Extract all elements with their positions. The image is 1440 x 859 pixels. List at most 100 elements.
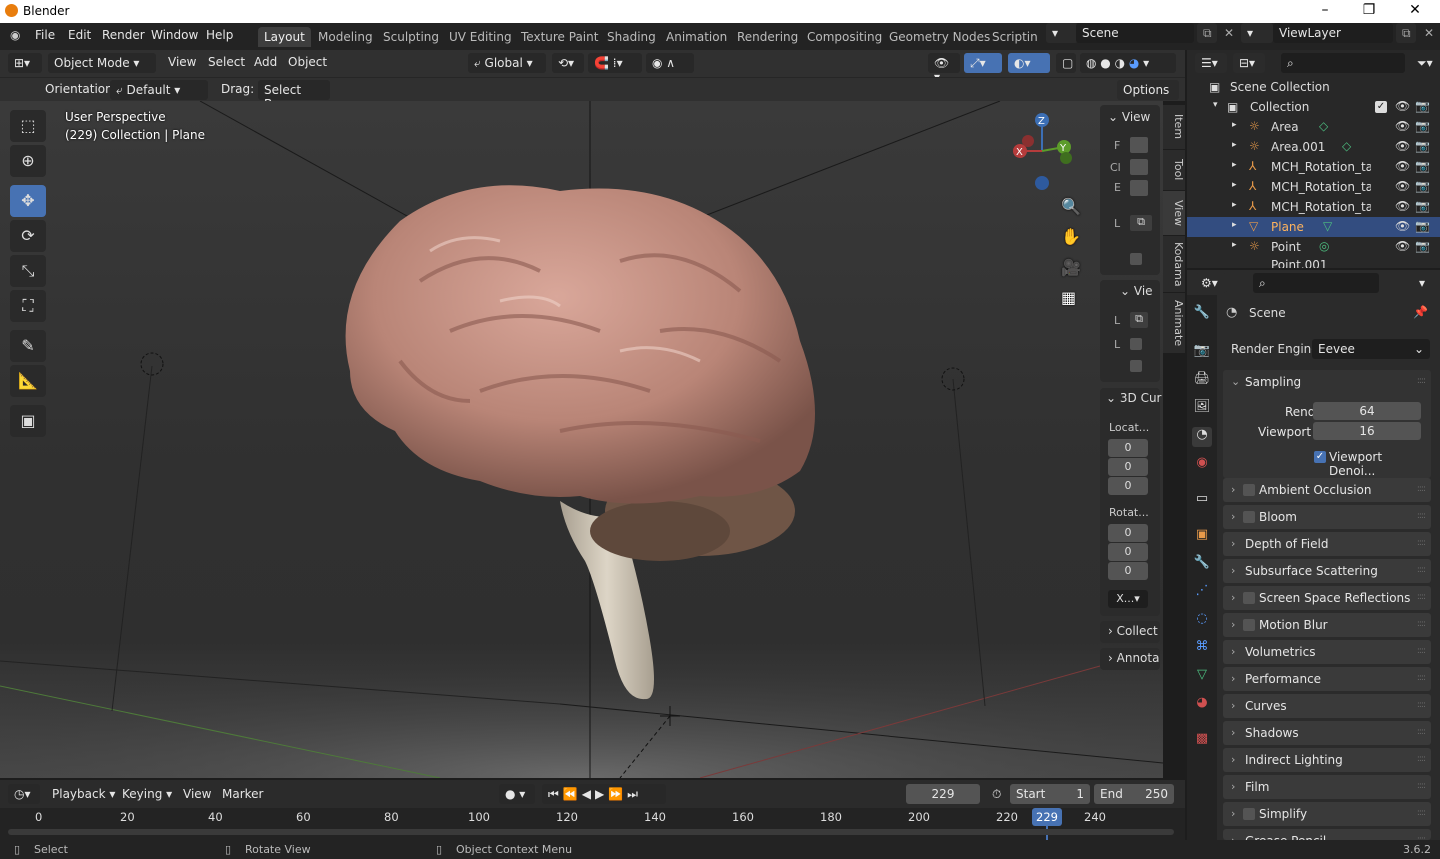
- cursor-rotation-z[interactable]: 0: [1108, 562, 1148, 580]
- camera-icon[interactable]: 📷: [1415, 199, 1430, 213]
- outliner-item[interactable]: ▸⅄MCH_Rotation_targ👁📷: [1187, 197, 1440, 217]
- panel-enable-checkbox[interactable]: [1243, 619, 1255, 631]
- eye-icon[interactable]: 👁: [1395, 99, 1410, 113]
- camera-icon[interactable]: 📷: [1415, 179, 1430, 193]
- npanel-collection-section[interactable]: › Collect: [1100, 621, 1160, 643]
- outliner-scene-collection[interactable]: ▣ Scene Collection: [1187, 77, 1440, 97]
- cursor-location-z[interactable]: 0: [1108, 477, 1148, 495]
- drag-grip-icon[interactable]: ::::: [1417, 727, 1426, 737]
- outliner-item[interactable]: ▸ ☼ Point ◎ 👁 📷: [1187, 237, 1440, 257]
- tool-properties-icon[interactable]: 🔧: [1192, 305, 1212, 325]
- minimize-icon[interactable]: –: [1315, 2, 1335, 18]
- object-properties-icon[interactable]: ▣: [1192, 527, 1212, 547]
- current-frame-field[interactable]: 229: [906, 784, 980, 804]
- modifier-properties-icon[interactable]: 🔧: [1192, 555, 1212, 575]
- chevron-right-icon[interactable]: ›: [1231, 483, 1235, 496]
- panel-ambient-occlusion[interactable]: › Ambient Occlusion::::: [1223, 478, 1431, 502]
- camera-icon[interactable]: 📷: [1415, 159, 1430, 173]
- outliner-collection[interactable]: ▾ ▣ Collection ✓ 👁 📷: [1187, 97, 1440, 117]
- panel-film[interactable]: › Film::::: [1223, 775, 1431, 799]
- panel-bloom[interactable]: › Bloom::::: [1223, 505, 1431, 529]
- xray-icon[interactable]: ▢: [1056, 53, 1076, 73]
- viewlayer-name-field[interactable]: ViewLayer: [1273, 23, 1393, 43]
- timeline-ruler[interactable]: 0 20 40 60 80 100 120 140 160 180 200 22…: [0, 808, 1185, 840]
- tab-uv-editing[interactable]: UV Editing: [443, 27, 518, 47]
- blender-menu-icon[interactable]: ◉: [10, 28, 20, 42]
- npanel-checkbox[interactable]: [1130, 360, 1142, 372]
- options-dropdown[interactable]: Options ▾: [1117, 80, 1179, 111]
- vp-menu-select[interactable]: Select: [208, 55, 245, 69]
- playback-controls[interactable]: ⏮⏪◀▶⏩⏭: [542, 784, 666, 804]
- constraints-properties-icon[interactable]: ⌘: [1192, 639, 1212, 659]
- render-properties-icon[interactable]: 📷: [1192, 343, 1212, 363]
- chevron-right-icon[interactable]: ›: [1231, 672, 1235, 685]
- drag-grip-icon[interactable]: ::::: [1417, 835, 1426, 840]
- properties-editor-type-icon[interactable]: ⚙▾: [1195, 273, 1227, 293]
- outliner-display-mode-icon[interactable]: ⊟▾: [1233, 53, 1265, 73]
- chevron-right-icon[interactable]: ›: [1231, 564, 1235, 577]
- drag-grip-icon[interactable]: ::::: [1417, 808, 1426, 818]
- vtab-view[interactable]: View: [1163, 191, 1185, 235]
- delete-scene-icon[interactable]: ✕: [1218, 23, 1234, 43]
- drag-grip-icon[interactable]: ::::: [1417, 538, 1426, 548]
- timeline-menu-playback[interactable]: Playback ▾: [52, 787, 115, 801]
- maximize-icon[interactable]: ❐: [1359, 2, 1379, 18]
- npanel-view-header[interactable]: ⌄ View: [1108, 110, 1150, 124]
- npanel-view2-header[interactable]: ⌄ Vie: [1120, 284, 1153, 298]
- tab-shading[interactable]: Shading: [601, 27, 662, 47]
- camera-icon[interactable]: 📷: [1415, 99, 1430, 113]
- select-box-tool[interactable]: ⬚: [10, 110, 46, 142]
- timeline-menu-view[interactable]: View: [183, 787, 211, 801]
- panel-screen-space-reflections[interactable]: › Screen Space Reflections::::: [1223, 586, 1431, 610]
- drag-grip-icon[interactable]: ::::: [1417, 700, 1426, 710]
- tab-animation[interactable]: Animation: [660, 27, 733, 47]
- preview-range-icon[interactable]: ⏱: [986, 784, 1006, 804]
- panel-curves[interactable]: › Curves::::: [1223, 694, 1431, 718]
- mode-select[interactable]: Object Mode ▾: [48, 53, 156, 73]
- timeline-menu-keying[interactable]: Keying ▾: [122, 787, 172, 801]
- timeline-scrollbar[interactable]: [8, 829, 1174, 835]
- panel-enable-checkbox[interactable]: [1243, 511, 1255, 523]
- tab-modeling[interactable]: Modeling: [312, 27, 379, 47]
- drag-grip-icon[interactable]: ::::: [1417, 511, 1426, 521]
- texture-properties-icon[interactable]: ▩: [1192, 731, 1212, 751]
- outliner-item[interactable]: ▸⅄MCH_Rotation_targ👁📷: [1187, 157, 1440, 177]
- panel-volumetrics[interactable]: › Volumetrics::::: [1223, 640, 1431, 664]
- chevron-right-icon[interactable]: ›: [1231, 753, 1235, 766]
- chevron-right-icon[interactable]: ›: [1231, 618, 1235, 631]
- close-icon[interactable]: ✕: [1405, 2, 1425, 18]
- drag-grip-icon[interactable]: ::::: [1417, 565, 1426, 575]
- exclude-checkbox[interactable]: ✓: [1375, 101, 1387, 113]
- filter-icon[interactable]: ⏷▾: [1411, 53, 1437, 73]
- visibility-icon[interactable]: 👁▾: [928, 53, 960, 84]
- chevron-right-icon[interactable]: ›: [1231, 807, 1235, 820]
- vtab-kodama[interactable]: Kodama: [1163, 236, 1185, 292]
- tab-compositing[interactable]: Compositing: [801, 27, 888, 47]
- eye-icon[interactable]: 👁: [1395, 119, 1410, 133]
- cursor-rotation-y[interactable]: 0: [1108, 543, 1148, 561]
- camera-icon[interactable]: 📷: [1415, 119, 1430, 133]
- lock-object-icon[interactable]: ⧉: [1130, 312, 1148, 328]
- physics-properties-icon[interactable]: ◌: [1192, 611, 1212, 631]
- viewlayer-browse-icon[interactable]: ▾: [1241, 23, 1273, 43]
- menu-window[interactable]: Window: [151, 28, 198, 42]
- editor-type-icon[interactable]: ⊞▾: [8, 53, 42, 73]
- navigation-gizmo[interactable]: Z Y X: [1006, 111, 1078, 191]
- pan-hand-icon[interactable]: ✋: [1061, 227, 1081, 246]
- npanel-cursor-header[interactable]: ⌄ 3D Cur: [1106, 391, 1161, 405]
- chevron-right-icon[interactable]: ›: [1231, 726, 1235, 739]
- zoom-icon[interactable]: 🔍: [1061, 197, 1081, 216]
- proportional-edit-icon[interactable]: ◉ ∧: [646, 53, 694, 73]
- scene-name-field[interactable]: Scene: [1076, 23, 1194, 43]
- 3d-viewport[interactable]: User Perspective (229) Collection | Plan…: [0, 101, 1163, 778]
- panel-enable-checkbox[interactable]: [1243, 484, 1255, 496]
- sampling-header[interactable]: Sampling: [1245, 375, 1301, 389]
- transform-orientation-select[interactable]: ⤶ Global ▾: [468, 53, 546, 73]
- npanel-field[interactable]: [1130, 180, 1148, 196]
- drag-grip-icon[interactable]: ::::: [1417, 673, 1426, 683]
- viewport-denoise-checkbox[interactable]: ✓: [1314, 451, 1326, 463]
- vp-menu-add[interactable]: Add: [254, 55, 277, 69]
- timeline-editor-type-icon[interactable]: ◷▾: [8, 784, 40, 804]
- orientation-select[interactable]: ⤶ Default ▾: [110, 80, 208, 100]
- eye-icon[interactable]: 👁: [1395, 179, 1410, 193]
